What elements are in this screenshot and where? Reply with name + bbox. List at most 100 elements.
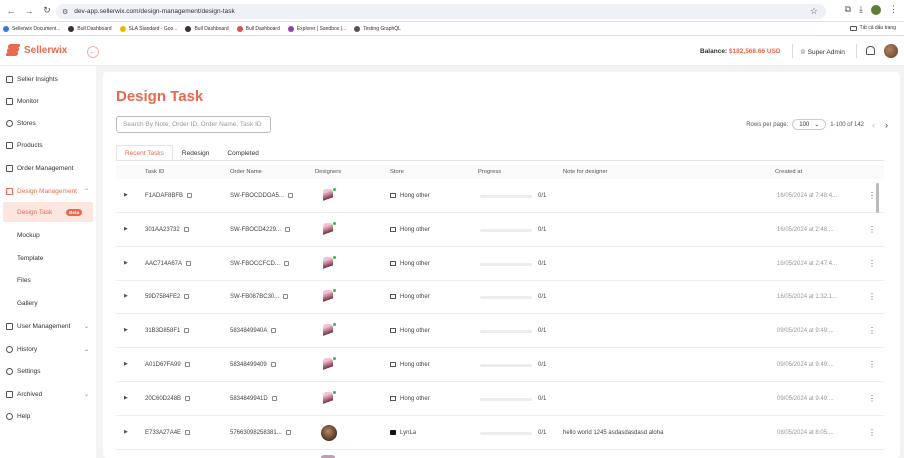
bookmark-icon xyxy=(119,25,126,32)
store-name: Hong other xyxy=(400,395,430,402)
expand-row-icon[interactable]: ▶ xyxy=(124,293,128,299)
row-menu-icon[interactable]: ⋮ xyxy=(868,428,876,437)
role-selector[interactable]: ♕ Super Admin xyxy=(800,48,845,56)
row-menu-icon[interactable]: ⋮ xyxy=(868,292,876,301)
sidebar-sub-gallery[interactable]: Gallery xyxy=(0,293,96,313)
sidebar-item-design-management[interactable]: Design Management ⌃ xyxy=(0,180,96,202)
task-id: A01D67FA99 xyxy=(145,362,181,369)
bookmark-star-icon[interactable]: ☆ xyxy=(810,6,818,17)
bookmark-item[interactable]: SLA Standard - Goo... xyxy=(119,25,177,32)
row-menu-icon[interactable]: ⋮ xyxy=(868,225,876,234)
expand-row-icon[interactable]: ▶ xyxy=(124,260,128,266)
row-menu-icon[interactable]: ⋮ xyxy=(868,394,876,403)
tab-completed[interactable]: Completed xyxy=(218,145,267,161)
copy-icon[interactable] xyxy=(185,429,191,435)
bookmark-item[interactable]: Testing GraphQL xyxy=(354,25,401,32)
sidebar-sub-template[interactable]: Template xyxy=(0,248,96,268)
extensions-icon[interactable]: ⧉ xyxy=(845,4,851,15)
designer-avatar[interactable] xyxy=(321,424,337,441)
sidebar-item-archived[interactable]: Archived ⌄ xyxy=(0,383,96,405)
table-row[interactable]: ▶ 59D7584FE2 SW-FB087BC30... Hong other 0/1 1… xyxy=(116,281,884,315)
sidebar-item-monitor[interactable]: Monitor xyxy=(0,90,96,112)
expand-row-icon[interactable]: ▶ xyxy=(124,226,128,232)
copy-icon[interactable] xyxy=(186,260,192,266)
copy-icon[interactable] xyxy=(283,294,289,300)
sidebar-sub-files[interactable]: Files xyxy=(0,270,96,290)
table-row[interactable]: ▶ A01D67FA99 58348499409 Hong other 0/1 09/05… xyxy=(116,349,884,382)
designer-avatar[interactable] xyxy=(321,187,337,205)
sidebar-item-help[interactable]: Help xyxy=(0,405,96,427)
designer-avatar[interactable] xyxy=(321,322,337,341)
task-id-cell: AAC714A67A xyxy=(145,260,192,267)
table-row[interactable]: ▶ 31B3D858F1 5834849940A Hong other 0/1 09/05… xyxy=(116,315,884,349)
designer-avatar[interactable] xyxy=(321,389,337,408)
sidebar-sub-mockup[interactable]: Mockup xyxy=(0,225,96,245)
table-row[interactable]: ▶ E733A27A4E 57663098258381... LynLa 0/1 hell… xyxy=(116,417,884,450)
expand-row-icon[interactable]: ▶ xyxy=(124,429,128,435)
table-row[interactable]: ▶ 301AA23732 SW-FBOCD4229... Hong other 0/1 1… xyxy=(116,214,884,247)
sidebar-item-order-management[interactable]: Order Management xyxy=(0,157,96,179)
collapse-sidebar-button[interactable]: ← xyxy=(87,46,99,58)
all-bookmarks[interactable]: Tất cả dấu trang xyxy=(849,25,896,31)
address-bar[interactable]: ⚙ dev-app.sellerwix.com/design-managemen… xyxy=(56,4,826,19)
designer-avatar[interactable] xyxy=(321,356,337,374)
download-icon[interactable]: ⤓ xyxy=(859,4,863,15)
copy-icon[interactable] xyxy=(185,395,191,401)
designer-avatar[interactable] xyxy=(321,288,337,307)
table-scrollbar[interactable] xyxy=(876,183,879,213)
copy-icon[interactable] xyxy=(271,328,277,334)
logo[interactable]: Sellerwix xyxy=(5,44,67,56)
expand-row-icon[interactable]: ▶ xyxy=(124,327,128,333)
copy-icon[interactable] xyxy=(284,226,290,232)
row-menu-icon[interactable]: ⋮ xyxy=(868,191,876,200)
copy-icon[interactable] xyxy=(183,226,189,232)
sidebar-item-seller-insights[interactable]: Seller Insights xyxy=(0,68,96,90)
back-icon[interactable]: ← xyxy=(4,4,18,18)
forward-icon[interactable]: → xyxy=(22,4,36,18)
tab-recent-tasks[interactable]: Recent Tasks xyxy=(116,145,173,161)
search-input[interactable] xyxy=(116,116,271,133)
copy-icon[interactable] xyxy=(285,429,291,435)
sidebar-item-products[interactable]: Products xyxy=(0,134,96,156)
bell-icon[interactable] xyxy=(866,46,875,55)
table-row[interactable]: ▶ 20C60D248B 5834849941D Hong other 0/1 09/05… xyxy=(116,383,884,416)
sidebar-item-stores[interactable]: Stores xyxy=(0,112,96,134)
copy-icon[interactable] xyxy=(283,260,289,266)
sidebar-item-settings[interactable]: Settings xyxy=(0,360,96,382)
expand-row-icon[interactable]: ▶ xyxy=(124,395,128,401)
table-row[interactable]: ▶ F1ADAF8BFB SW-FBOCDDOA5... Hong other 0/1 1… xyxy=(116,180,884,213)
copy-icon[interactable] xyxy=(187,193,193,198)
row-menu-icon[interactable]: ⋮ xyxy=(868,259,876,268)
expand-row-icon[interactable]: ▶ xyxy=(124,361,128,367)
rows-per-page-select[interactable]: 100 ⌄ xyxy=(792,119,827,130)
sidebar-item-history[interactable]: History ⌄ xyxy=(0,338,96,360)
designer-avatar[interactable] xyxy=(321,254,337,273)
sidebar-sub-design-task[interactable]: Design Task Beta xyxy=(3,202,93,222)
copy-icon[interactable] xyxy=(184,294,190,300)
task-id: F1ADAF8BFB xyxy=(145,193,184,200)
bookmark-item[interactable]: Sellerwix Document... xyxy=(3,25,60,32)
copy-icon[interactable] xyxy=(287,193,293,198)
row-menu-icon[interactable]: ⋮ xyxy=(868,360,876,369)
profile-avatar[interactable] xyxy=(871,4,881,15)
row-menu-icon[interactable]: ⋮ xyxy=(868,326,876,335)
bookmark-item[interactable]: Explorer | Sandbox |... xyxy=(287,25,346,32)
tab-redesign[interactable]: Redesign xyxy=(173,145,218,161)
copy-icon[interactable] xyxy=(184,328,190,334)
prev-page-icon[interactable]: ‹ xyxy=(872,120,875,130)
expand-row-icon[interactable]: ▶ xyxy=(124,192,128,198)
copy-icon[interactable] xyxy=(271,395,277,401)
bookmark-item[interactable]: Bull Dashboard xyxy=(236,25,280,32)
reload-icon[interactable]: ↻ xyxy=(40,4,54,18)
menu-icon[interactable]: ⋮ xyxy=(889,4,898,15)
next-page-icon[interactable]: › xyxy=(885,120,888,130)
designer-avatar[interactable] xyxy=(321,220,337,239)
user-avatar[interactable] xyxy=(884,44,898,58)
table-row[interactable]: ▶ AAC714A67A SW-FBOCCFCD... Hong other 0/1 16… xyxy=(116,248,884,281)
bookmark-item[interactable]: Bull Dashboard xyxy=(185,25,229,32)
site-info-icon[interactable]: ⚙ xyxy=(62,8,68,16)
copy-icon[interactable] xyxy=(270,362,276,367)
copy-icon[interactable] xyxy=(184,362,190,367)
bookmark-item[interactable]: Bull Dashboard xyxy=(68,25,112,32)
sidebar-item-user-management[interactable]: User Management ⌄ xyxy=(0,315,96,337)
